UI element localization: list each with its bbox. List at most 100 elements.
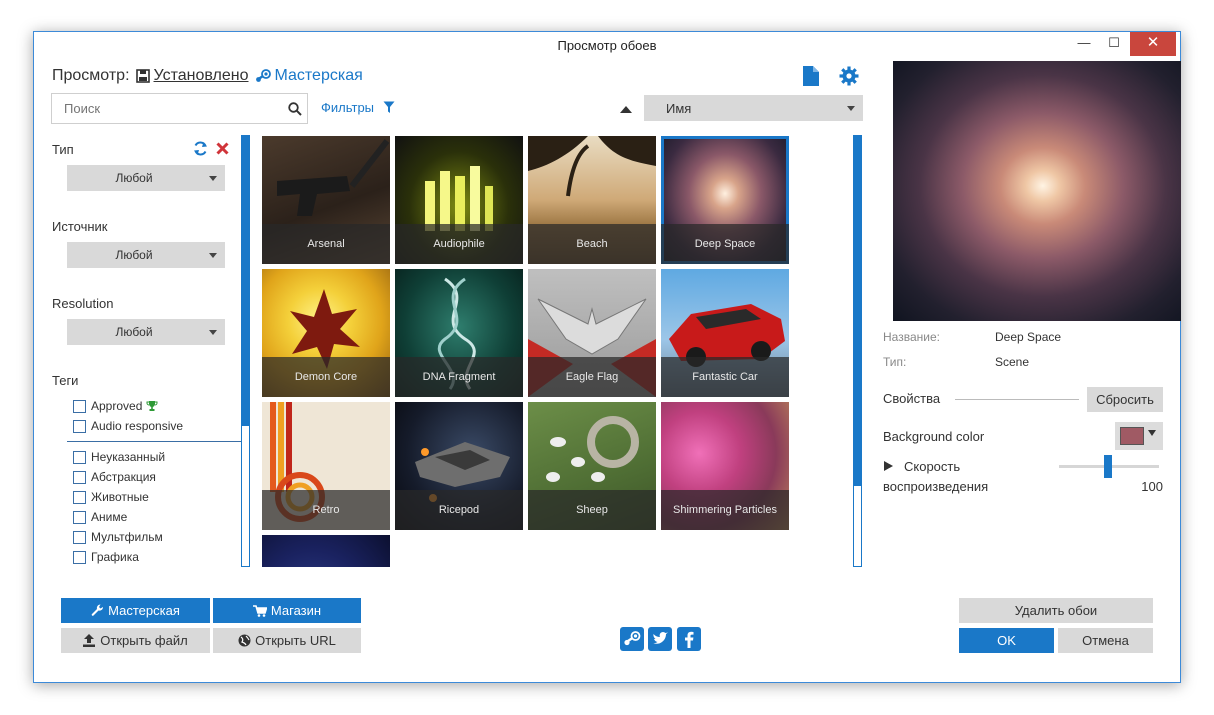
tag-checkbox[interactable]: Неуказанный <box>73 450 165 464</box>
chevron-down-icon <box>209 330 217 335</box>
filters-scrollbar[interactable] <box>241 135 250 567</box>
type-select-value: Любой <box>115 171 153 185</box>
tag-checkbox-audio-responsive[interactable]: Audio responsive <box>73 419 183 433</box>
wallpaper-tile-label: DNA Fragment <box>395 357 523 397</box>
open-url-button-label: Открыть URL <box>255 633 336 648</box>
tab-installed[interactable]: Установлено <box>135 67 249 85</box>
wallpaper-tile[interactable]: Arsenal <box>262 136 390 264</box>
speed-label-line2: воспроизведения <box>883 479 989 494</box>
wallpaper-tile-label: Fantastic Car <box>661 357 789 397</box>
chevron-down-icon <box>209 176 217 181</box>
view-tabs: Просмотр: Установлено Мастерская <box>52 67 363 85</box>
speed-slider-thumb[interactable] <box>1104 455 1112 478</box>
filters-toggle[interactable]: Фильтры <box>321 100 395 115</box>
wallpaper-preview <box>893 61 1181 321</box>
cancel-button[interactable]: Отмена <box>1058 628 1153 653</box>
store-button[interactable]: Магазин <box>213 598 361 623</box>
background-color-picker[interactable] <box>1115 422 1163 450</box>
checkbox-box <box>73 450 86 464</box>
search-input[interactable] <box>52 94 277 123</box>
wallpaper-tile-label: Arsenal <box>262 224 390 264</box>
title-bar: Просмотр обоев — ☐ ✕ <box>34 32 1180 59</box>
tag-checkbox-approved[interactable]: Approved <box>73 399 158 413</box>
open-file-button[interactable]: Открыть файл <box>61 628 210 653</box>
tab-workshop[interactable]: Мастерская <box>255 67 363 85</box>
checkbox-box <box>73 530 86 544</box>
delete-wallpaper-button[interactable]: Удалить обои <box>959 598 1153 623</box>
checkbox-box <box>73 419 86 433</box>
wallpaper-tile[interactable]: Fantastic Car <box>661 269 789 397</box>
grid-scrollbar[interactable] <box>853 135 862 567</box>
wallpaper-tile-label: Shimmering Particles <box>661 490 789 530</box>
filters-scrollbar-thumb[interactable] <box>242 136 249 426</box>
wallpaper-tile[interactable]: Demon Core <box>262 269 390 397</box>
tags-filter-label: Теги <box>52 373 79 388</box>
twitter-social-icon[interactable] <box>648 627 672 651</box>
steam-icon <box>255 69 271 82</box>
tag-label: Неуказанный <box>91 450 166 464</box>
type-label: Тип: <box>883 355 907 369</box>
tag-checkbox[interactable]: Мультфильм <box>73 530 163 544</box>
resolution-select[interactable]: Любой <box>67 319 225 345</box>
speed-slider[interactable] <box>1059 455 1159 478</box>
wallpaper-tile[interactable]: Ricepod <box>395 402 523 530</box>
tag-checkbox[interactable]: Аниме <box>73 510 127 524</box>
wallpaper-tile[interactable]: DNA Fragment <box>395 269 523 397</box>
wallpaper-tile[interactable]: Retro <box>262 402 390 530</box>
sort-selected-value: Имя <box>666 101 692 116</box>
checkbox-box <box>73 470 86 484</box>
checkbox-box <box>73 510 86 524</box>
sort-direction-icon[interactable] <box>620 105 632 113</box>
tag-label: Графика <box>91 550 139 564</box>
facebook-social-icon[interactable] <box>677 627 701 651</box>
tag-checkbox[interactable]: Абстракция <box>73 470 156 484</box>
wallpaper-tile[interactable]: Audiophile <box>395 136 523 264</box>
wallpaper-grid: Arsenal Audiophile Beach Deep Space Demo… <box>260 135 840 567</box>
name-label: Название: <box>883 330 940 344</box>
reset-button[interactable]: Сбросить <box>1087 387 1163 412</box>
wallpaper-tile[interactable]: Eagle Flag <box>528 269 656 397</box>
open-file-button-label: Открыть файл <box>100 633 188 648</box>
wallpaper-tile-label: Retro <box>262 490 390 530</box>
wrench-icon <box>91 604 104 616</box>
wallpaper-tile[interactable]: Beach <box>528 136 656 264</box>
resolution-select-value: Любой <box>115 325 153 339</box>
tag-checkbox[interactable]: Графика <box>73 550 139 564</box>
maximize-button[interactable]: ☐ <box>1100 32 1128 56</box>
refresh-icon[interactable] <box>193 141 208 156</box>
minimize-button[interactable]: — <box>1070 32 1098 56</box>
wallpaper-tile-partial[interactable] <box>262 535 390 567</box>
tab-installed-label: Установлено <box>153 67 249 84</box>
clear-filters-icon[interactable] <box>216 142 229 155</box>
wallpaper-tile[interactable]: Shimmering Particles <box>661 402 789 530</box>
tag-label: Животные <box>91 490 149 504</box>
ok-button[interactable]: OK <box>959 628 1054 653</box>
store-button-label: Магазин <box>270 603 322 618</box>
window-title: Просмотр обоев <box>557 38 657 53</box>
chevron-down-icon <box>209 253 217 258</box>
settings-gear-icon[interactable] <box>839 66 859 86</box>
trophy-icon <box>146 401 158 411</box>
sort-select[interactable]: Имя <box>644 95 863 121</box>
dropdown-triangle-icon <box>1148 430 1156 436</box>
tag-label: Мультфильм <box>91 530 163 544</box>
workshop-button[interactable]: Мастерская <box>61 598 210 623</box>
expand-triangle-icon[interactable] <box>884 461 893 471</box>
upload-icon <box>83 634 96 647</box>
source-filter-label: Источник <box>52 219 108 234</box>
type-select[interactable]: Любой <box>67 165 225 191</box>
open-url-button[interactable]: Открыть URL <box>213 628 361 653</box>
new-file-icon[interactable] <box>801 65 821 87</box>
search-icon[interactable] <box>288 102 302 116</box>
filter-funnel-icon <box>383 101 395 113</box>
steam-social-icon[interactable] <box>620 627 644 651</box>
wallpaper-tile[interactable]: Sheep <box>528 402 656 530</box>
wallpaper-tile-selected[interactable]: Deep Space <box>661 136 789 264</box>
wallpaper-tile-label: Eagle Flag <box>528 357 656 397</box>
filters-label: Фильтры <box>321 100 375 115</box>
grid-scrollbar-thumb[interactable] <box>854 136 861 486</box>
close-button[interactable]: ✕ <box>1130 32 1176 56</box>
checkbox-box <box>73 550 86 564</box>
source-select[interactable]: Любой <box>67 242 225 268</box>
tag-checkbox[interactable]: Животные <box>73 490 149 504</box>
